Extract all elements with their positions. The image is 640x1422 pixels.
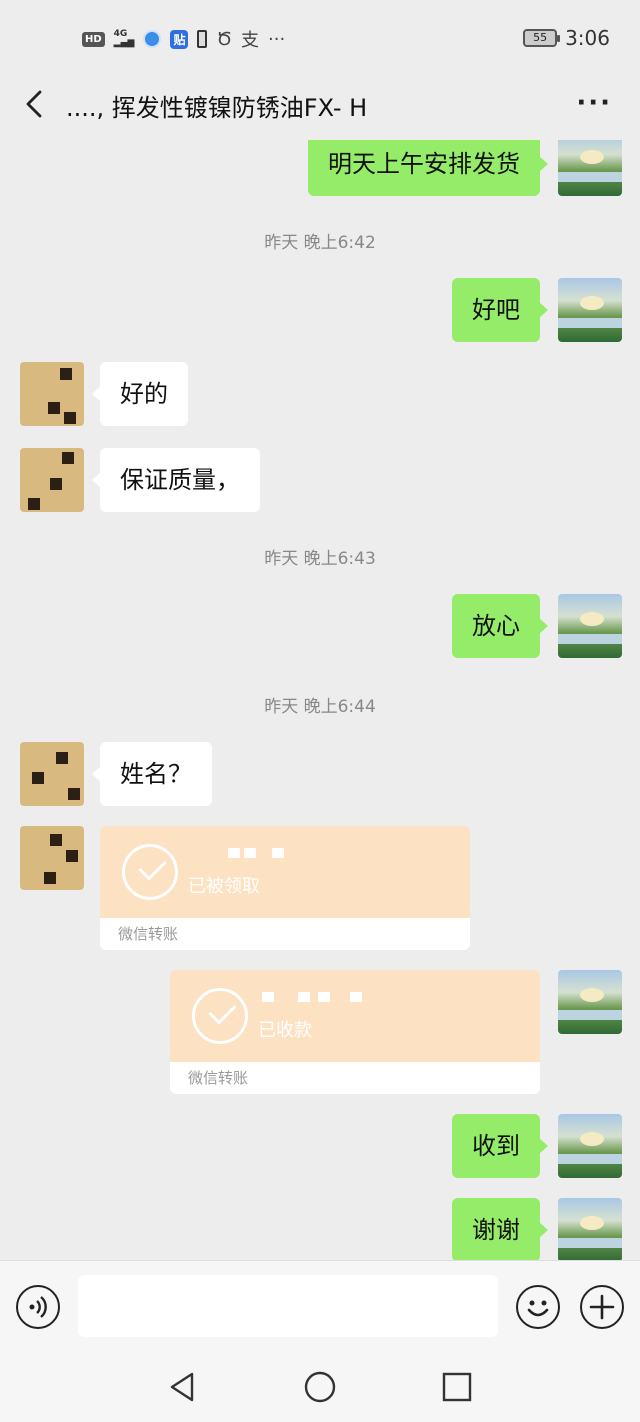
more-status-icon: ··· <box>268 28 286 50</box>
more-options-button[interactable]: ··· <box>576 90 612 116</box>
emoji-button[interactable] <box>516 1285 560 1329</box>
zhi-icon: 支 <box>241 30 259 51</box>
self-avatar[interactable] <box>558 278 622 342</box>
timestamp: 昨天 晚上6:43 <box>264 549 376 569</box>
transfer-label: 微信转账 <box>100 918 470 950</box>
home-circle-icon[interactable] <box>303 1370 337 1404</box>
self-avatar[interactable] <box>558 1198 622 1260</box>
status-right: 55 3:06 <box>523 26 610 50</box>
transfer-card-received[interactable]: 已被领取 微信转账 <box>100 826 470 950</box>
check-circle-icon <box>192 988 248 1044</box>
network-label: 4G <box>113 29 128 39</box>
battery-icon: 55 <box>523 29 561 47</box>
message-bubble-self[interactable]: 收到 <box>452 1114 548 1178</box>
contact-avatar[interactable] <box>20 362 84 426</box>
transfer-label: 微信转账 <box>170 1062 540 1094</box>
plus-icon <box>589 1294 615 1320</box>
self-avatar[interactable] <box>558 1114 622 1178</box>
transfer-amount-redacted <box>188 844 298 858</box>
chat-header: ...., 挥发性镀镍防锈油FX- H ··· <box>0 72 640 140</box>
message-bubble-self[interactable]: 谢谢 <box>452 1198 548 1260</box>
message-input[interactable] <box>78 1275 498 1337</box>
timestamp: 昨天 晚上6:44 <box>264 697 376 717</box>
contact-avatar[interactable] <box>20 742 84 806</box>
transfer-card-body: 已收款 <box>170 970 540 1062</box>
shield-icon: Ծ <box>216 28 232 50</box>
timestamp: 昨天 晚上6:42 <box>264 233 376 253</box>
hd-icon: HD <box>82 31 105 47</box>
self-avatar[interactable] <box>558 594 622 658</box>
chat-title: ...., 挥发性镀镍防锈油FX- H <box>66 94 368 122</box>
tie-app-icon: 贴 <box>170 29 189 49</box>
transfer-card-accepted[interactable]: 已收款 微信转账 <box>170 970 540 1094</box>
self-avatar[interactable] <box>558 970 622 1034</box>
back-button[interactable] <box>18 86 54 122</box>
message-bubble-self[interactable]: 好吧 <box>452 278 548 342</box>
input-bar <box>0 1260 640 1352</box>
battery-small-icon <box>197 30 208 48</box>
transfer-status: 已被领取 <box>188 876 260 897</box>
message-bubble-self[interactable]: 明天上午安排发货 <box>308 140 548 196</box>
message-list[interactable]: 明天上午安排发货 昨天 晚上6:42 好吧 好的 保证质量， 昨天 晚上6:43… <box>0 140 640 1260</box>
message-bubble-other[interactable]: 好的 <box>92 362 188 426</box>
smiley-icon <box>527 1300 549 1317</box>
voice-icon <box>29 1296 47 1318</box>
system-navigation-bar <box>0 1352 640 1422</box>
transfer-amount-redacted <box>258 988 368 1002</box>
self-avatar[interactable] <box>558 140 622 196</box>
more-functions-button[interactable] <box>580 1285 624 1329</box>
clock: 3:06 <box>565 26 610 50</box>
voice-input-button[interactable] <box>16 1285 60 1329</box>
status-icons: HD 4G ▂▄▆ 贴 Ծ 支 ··· <box>82 26 285 52</box>
message-bubble-other[interactable]: 姓名？ <box>92 742 212 806</box>
transfer-card-body: 已被领取 <box>100 826 470 918</box>
check-circle-icon <box>122 844 178 900</box>
message-bubble-other[interactable]: 保证质量， <box>92 448 260 512</box>
status-bar: HD 4G ▂▄▆ 贴 Ծ 支 ··· 55 3:06 <box>0 0 640 72</box>
back-triangle-icon[interactable] <box>166 1370 200 1404</box>
transfer-status: 已收款 <box>258 1020 312 1041</box>
chevron-left-icon <box>26 90 42 118</box>
signal-4g-icon: 4G ▂▄▆ <box>113 29 135 48</box>
globe-icon <box>143 30 162 48</box>
message-bubble-self[interactable]: 放心 <box>452 594 548 658</box>
contact-avatar[interactable] <box>20 448 84 512</box>
contact-avatar[interactable] <box>20 826 84 890</box>
recents-square-icon[interactable] <box>440 1370 474 1404</box>
